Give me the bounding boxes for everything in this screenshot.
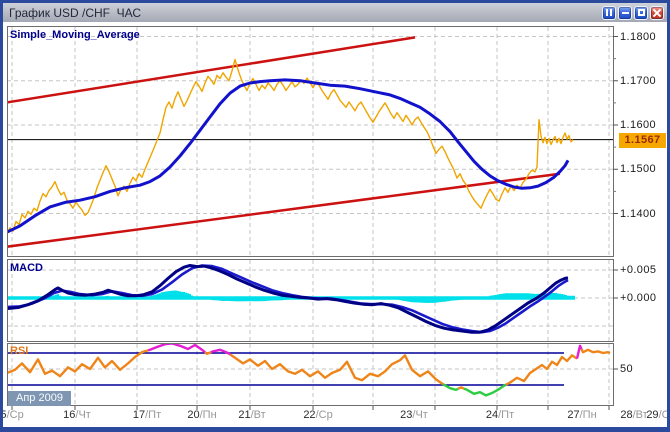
price-plot xyxy=(7,27,613,256)
window-title: График USD /CHF ЧАС xyxy=(9,6,602,20)
maximize-icon xyxy=(638,9,645,16)
close-icon xyxy=(653,9,661,17)
close-button[interactable] xyxy=(650,6,664,20)
window-controls xyxy=(602,6,664,20)
x-axis-label: 29/Ср xyxy=(646,409,670,421)
rsi-segment xyxy=(506,355,577,384)
x-axis-label: 28/Вт xyxy=(620,409,647,421)
price-axis-label: 1.1800 xyxy=(620,30,668,44)
macd-axis-label: +0.000 xyxy=(620,291,668,305)
x-axis-label: 27/Пн xyxy=(567,409,596,421)
pause-button[interactable] xyxy=(602,6,616,20)
rsi-segment xyxy=(582,349,611,353)
titlebar[interactable]: График USD /CHF ЧАС xyxy=(3,3,667,22)
price-axis-label: 1.1700 xyxy=(620,74,668,88)
price-axis-label: 1.1400 xyxy=(620,207,668,221)
macd-plot xyxy=(7,260,613,341)
minimize-button[interactable] xyxy=(618,6,632,20)
current-price-badge: 1.1567 xyxy=(619,133,666,148)
price-axis-label: 1.1500 xyxy=(620,162,668,176)
rsi-segment xyxy=(577,346,582,359)
x-axis-label: 21/Вт xyxy=(238,409,265,421)
rsi-plot xyxy=(7,343,613,405)
price-axis-label: 1.1600 xyxy=(620,118,668,132)
rsi-segment xyxy=(464,385,506,396)
month-badge: Апр 2009 xyxy=(8,391,71,406)
rsi-axis-label: 50 xyxy=(620,362,668,376)
x-axis-label: 16/Чт xyxy=(63,409,91,421)
rsi-segment xyxy=(148,343,205,352)
macd-axis-label: +0.005 xyxy=(620,263,668,277)
axis-ticks xyxy=(12,37,618,411)
rsi-segment xyxy=(458,387,464,388)
rsi-indicator-label: RSI xyxy=(10,345,28,357)
minimize-icon xyxy=(622,12,629,14)
maximize-button[interactable] xyxy=(634,6,648,20)
x-axis-label: 23/Чт xyxy=(400,409,428,421)
x-axis-label: 20/Пн xyxy=(187,409,216,421)
x-axis-label: 22/Ср xyxy=(303,409,332,421)
sma-indicator-label: Simple_Moving_Average xyxy=(10,29,140,41)
macd-indicator-label: MACD xyxy=(10,262,43,274)
price-series xyxy=(7,60,573,234)
chart-canvas[interactable] xyxy=(0,0,670,432)
x-axis-label: 15/Ср xyxy=(0,409,24,421)
x-axis-label: 17/Пт xyxy=(133,409,161,421)
x-axis-label: 24/Пт xyxy=(486,409,514,421)
rsi-segment xyxy=(205,352,211,354)
chart-window: График USD /CHF ЧАС Simple_Moving_Averag… xyxy=(0,0,670,432)
pause-icon xyxy=(606,9,612,16)
